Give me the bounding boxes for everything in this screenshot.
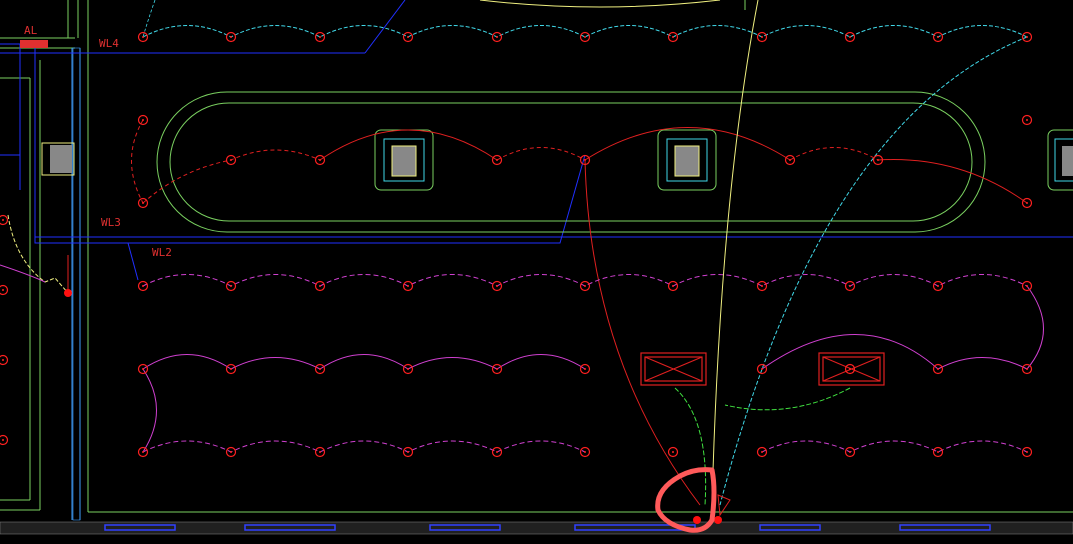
fixture-center-dot	[761, 368, 763, 370]
fixture-center-dot	[496, 36, 498, 38]
fixture-center-dot	[877, 159, 879, 161]
fixture-center-dot	[142, 368, 144, 370]
fixture-center-dot	[142, 202, 144, 204]
fixture-center-dot	[584, 451, 586, 453]
distribution-panel-icon[interactable]	[20, 40, 48, 48]
fixture-center-dot	[584, 368, 586, 370]
fixture-center-dot	[584, 159, 586, 161]
fixture-center-dot	[761, 36, 763, 38]
fixture-center-dot	[761, 451, 763, 453]
fixture-center-dot	[407, 451, 409, 453]
fixture-center-dot	[142, 285, 144, 287]
bottom-wall-band	[0, 521, 1073, 535]
wall-lines	[0, 0, 1073, 520]
fixture-center-dot	[496, 159, 498, 161]
blue-circuit-lines	[0, 0, 1073, 281]
fan-link-green	[674, 387, 851, 506]
circuit-wl3-wiring	[131, 119, 1028, 506]
fixture-center-dot	[407, 368, 409, 370]
fixture-center-dot	[849, 285, 851, 287]
fixture-center-dot	[142, 36, 144, 38]
fixture-center-dot	[1026, 285, 1028, 287]
left-wiring	[0, 214, 69, 294]
ceiling-race-track	[156, 91, 986, 233]
fixture-center-dot	[789, 159, 791, 161]
fixture-center-dot	[937, 368, 939, 370]
fixture-center-dot	[849, 368, 851, 370]
fixture-center-dot	[1026, 451, 1028, 453]
circuit-wl2-wiring	[142, 274, 1044, 453]
fixture-center-dot	[937, 36, 939, 38]
fixture-center-dot	[142, 451, 144, 453]
fixture-center-dot	[937, 451, 939, 453]
fixture-center-dot	[319, 451, 321, 453]
fixture-center-dot	[1026, 368, 1028, 370]
fixture-center-dot	[319, 36, 321, 38]
fixture-center-dot	[142, 119, 144, 121]
fixture-center-dot	[1026, 202, 1028, 204]
fixture-center-dot	[319, 285, 321, 287]
fixture-center-dot	[849, 451, 851, 453]
fixture-center-dot	[672, 285, 674, 287]
fixture-center-dot	[2, 359, 4, 361]
fixtures-layer	[0, 31, 1033, 458]
fixture-center-dot	[496, 285, 498, 287]
fixture-center-dot	[407, 285, 409, 287]
fixture-center-dot	[2, 289, 4, 291]
fixture-center-dot	[496, 368, 498, 370]
fixture-center-dot	[407, 36, 409, 38]
hatch-column-left	[72, 47, 81, 521]
fixture-center-dot	[2, 219, 4, 221]
fixture-center-dot	[230, 451, 232, 453]
fixture-center-dot	[584, 36, 586, 38]
fixture-center-dot	[230, 36, 232, 38]
circuit-label-wl3: WL3	[101, 216, 121, 229]
fixture-center-dot	[849, 36, 851, 38]
circuit-label-wl4: WL4	[99, 37, 119, 50]
cyan-arc-top-left	[142, 0, 156, 38]
circuit-wl4-wiring	[142, 25, 1028, 506]
fixture-center-dot	[761, 285, 763, 287]
circuit-label-wl2: WL2	[152, 246, 172, 259]
fixture-center-dot	[496, 451, 498, 453]
panel-label: AL	[24, 24, 38, 37]
fixture-center-dot	[319, 368, 321, 370]
fixture-center-dot	[937, 285, 939, 287]
fixture-center-dot	[2, 439, 4, 441]
fixture-center-dot	[584, 285, 586, 287]
fixture-center-dot	[230, 159, 232, 161]
fixture-center-dot	[672, 36, 674, 38]
yellow-arc-top	[479, 0, 721, 8]
fixture-center-dot	[230, 285, 232, 287]
cad-drawing-canvas[interactable]	[0, 0, 1073, 544]
fixture-center-dot	[1026, 36, 1028, 38]
fixture-center-dot	[230, 368, 232, 370]
fixture-center-dot	[672, 451, 674, 453]
junction-dots	[64, 289, 722, 524]
column-icon	[41, 129, 1073, 191]
yellow-home-run	[711, 0, 759, 506]
fixture-center-dot	[1026, 119, 1028, 121]
fixture-center-dot	[319, 159, 321, 161]
